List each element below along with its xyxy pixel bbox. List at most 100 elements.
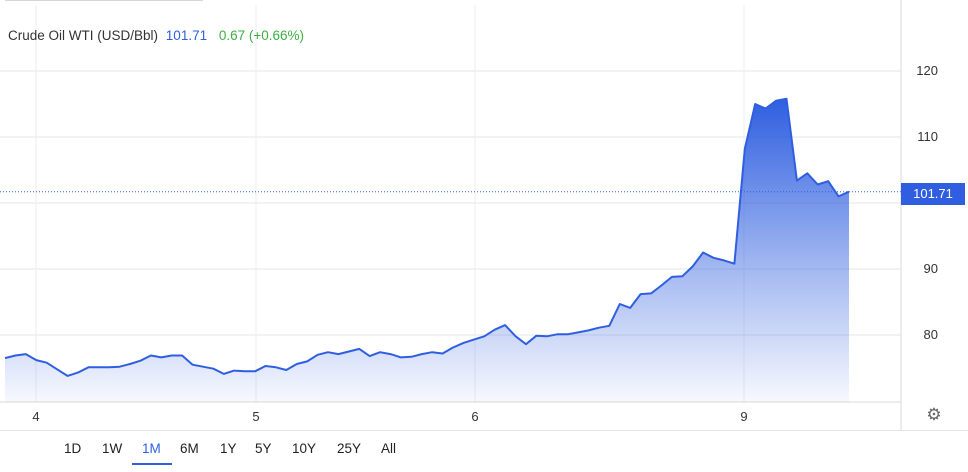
data-point[interactable] <box>315 352 321 358</box>
data-point[interactable] <box>638 291 644 297</box>
data-point[interactable] <box>471 337 477 343</box>
data-point[interactable] <box>356 346 362 352</box>
data-point[interactable] <box>148 353 154 359</box>
range-button-1w[interactable]: 1W <box>102 441 122 456</box>
data-point[interactable] <box>12 353 18 359</box>
range-button-5y[interactable]: 5Y <box>255 441 272 456</box>
data-point[interactable] <box>784 96 790 102</box>
data-point[interactable] <box>96 364 102 370</box>
data-point[interactable] <box>815 182 821 188</box>
data-point[interactable] <box>627 305 633 311</box>
range-button-1y[interactable]: 1Y <box>220 441 237 456</box>
data-point[interactable] <box>742 146 748 152</box>
data-point[interactable] <box>377 349 383 355</box>
data-point[interactable] <box>33 357 39 363</box>
data-point[interactable] <box>346 349 352 355</box>
range-button-25y[interactable]: 25Y <box>337 441 361 456</box>
current-price: 101.71 <box>165 28 208 43</box>
data-point[interactable] <box>304 358 310 364</box>
data-point[interactable] <box>75 370 81 376</box>
data-point[interactable] <box>731 261 737 267</box>
data-point[interactable] <box>117 364 123 370</box>
data-point[interactable] <box>690 263 696 269</box>
data-point[interactable] <box>721 257 727 263</box>
data-point[interactable] <box>252 368 258 374</box>
price-change: 0.67 (+0.66%) <box>218 28 305 43</box>
data-point[interactable] <box>388 351 394 357</box>
data-point[interactable] <box>596 325 602 331</box>
data-point[interactable] <box>565 331 571 337</box>
range-button-6m[interactable]: 6M <box>180 441 199 456</box>
chart-container: Crude Oil WTI (USD/Bbl) 101.71 0.67 (+0.… <box>0 0 968 472</box>
data-point[interactable] <box>763 106 769 112</box>
data-point[interactable] <box>586 327 592 333</box>
data-point[interactable] <box>419 351 425 357</box>
data-point[interactable] <box>804 170 810 176</box>
data-point[interactable] <box>440 351 446 357</box>
data-point[interactable] <box>2 355 8 361</box>
data-point[interactable] <box>190 362 196 368</box>
data-point[interactable] <box>513 333 519 339</box>
data-point[interactable] <box>398 354 404 360</box>
data-point[interactable] <box>544 333 550 339</box>
data-point[interactable] <box>54 366 60 372</box>
chart-plot <box>0 0 902 430</box>
data-point[interactable] <box>242 368 248 374</box>
instrument-name: Crude Oil WTI (USD/Bbl) <box>8 28 159 43</box>
data-point[interactable] <box>408 354 414 360</box>
data-point[interactable] <box>825 178 831 184</box>
data-point[interactable] <box>85 364 91 370</box>
data-point[interactable] <box>752 101 758 107</box>
data-point[interactable] <box>221 371 227 377</box>
data-point[interactable] <box>575 329 581 335</box>
last-price-tag: 101.71 <box>901 183 965 205</box>
data-point[interactable] <box>523 341 529 347</box>
data-point[interactable] <box>481 333 487 339</box>
data-point[interactable] <box>65 373 71 379</box>
data-point[interactable] <box>210 366 216 372</box>
data-point[interactable] <box>533 333 539 339</box>
y-tick-label: 90 <box>923 261 938 276</box>
data-point[interactable] <box>23 351 29 357</box>
data-point[interactable] <box>794 178 800 184</box>
data-point[interactable] <box>231 368 237 374</box>
data-point[interactable] <box>617 301 623 307</box>
data-point[interactable] <box>711 255 717 261</box>
data-point[interactable] <box>273 364 279 370</box>
data-point[interactable] <box>106 364 112 370</box>
data-point[interactable] <box>606 323 612 329</box>
data-point[interactable] <box>773 98 779 104</box>
data-point[interactable] <box>700 250 706 256</box>
gear-icon[interactable]: ⚙ <box>924 405 944 425</box>
range-button-1m[interactable]: 1M <box>142 441 161 456</box>
data-point[interactable] <box>669 274 675 280</box>
data-point[interactable] <box>679 273 685 279</box>
data-point[interactable] <box>492 327 498 333</box>
data-point[interactable] <box>294 361 300 367</box>
data-point[interactable] <box>179 353 185 359</box>
range-button-10y[interactable]: 10Y <box>292 441 316 456</box>
x-tick-label: 6 <box>471 409 479 424</box>
range-button-1d[interactable]: 1D <box>64 441 81 456</box>
data-point[interactable] <box>648 290 654 296</box>
data-point[interactable] <box>44 360 50 366</box>
data-point[interactable] <box>127 361 133 367</box>
data-point[interactable] <box>461 340 467 346</box>
range-button-all[interactable]: All <box>381 441 396 456</box>
data-point[interactable] <box>263 363 269 369</box>
data-point[interactable] <box>138 358 144 364</box>
data-point[interactable] <box>450 345 456 351</box>
data-point[interactable] <box>169 353 175 359</box>
x-tick-label: 9 <box>740 409 748 424</box>
data-point[interactable] <box>200 364 206 370</box>
data-point[interactable] <box>283 367 289 373</box>
data-point[interactable] <box>158 354 164 360</box>
data-point[interactable] <box>502 322 508 328</box>
data-point[interactable] <box>429 349 435 355</box>
data-point[interactable] <box>335 351 341 357</box>
data-point[interactable] <box>554 331 560 337</box>
data-point[interactable] <box>658 283 664 289</box>
data-point[interactable] <box>367 353 373 359</box>
data-point[interactable] <box>325 349 331 355</box>
data-point[interactable] <box>836 193 842 199</box>
